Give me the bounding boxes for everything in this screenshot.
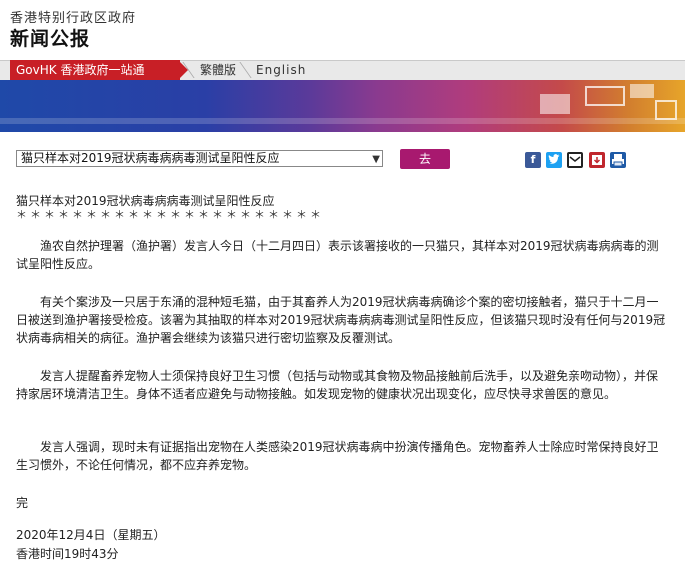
banner-decoration [540,94,570,114]
article-select-value: 猫只样本对2019冠状病毒病病毒测试呈阳性反应 [21,151,280,165]
banner-decoration [585,86,625,106]
article-paragraph-2: 有关个案涉及一只居于东涌的混种短毛猫，由于其畜养人为2019冠状病毒病确诊个案的… [16,295,666,345]
email-icon[interactable] [567,152,583,168]
download-icon[interactable] [589,152,605,168]
facebook-icon[interactable]: f [525,152,541,168]
article-paragraph-4: 发言人强调，现时未有证据指出宠物在人类感染2019冠状病毒病中扮演传播角色。宠物… [16,440,659,472]
chevron-down-icon: ▼ [372,154,380,165]
publish-date: 2020年12月4日（星期五） [16,528,166,542]
go-button[interactable]: 去 [400,149,450,169]
article-end-marker: 完 [16,496,29,510]
header-banner [0,80,685,132]
title-divider-stars: ＊＊＊＊＊＊＊＊＊＊＊＊＊＊＊＊＊＊＊＊＊＊ [16,208,324,221]
site-title: 新闻公报 [10,28,91,50]
article-select[interactable]: 猫只样本对2019冠状病毒病病毒测试呈阳性反应 ▼ [16,150,383,167]
article-paragraph-1: 渔农自然护理署（渔护署）发言人今日（十二月四日）表示该署接收的一只猫只，其样本对… [16,239,659,271]
publish-time: 香港时间19时43分 [16,547,119,561]
banner-decoration [630,84,654,98]
banner-decoration [655,100,677,120]
english-link[interactable]: English [256,60,306,80]
traditional-chinese-link[interactable]: 繁體版 [200,60,236,80]
twitter-icon[interactable] [546,152,562,168]
article-paragraph-3: 发言人提醒畜养宠物人士须保持良好卫生习惯（包括与动物或其食物及物品接触前后洗手，… [16,369,659,401]
govhk-link[interactable]: GovHK 香港政府一站通 [10,60,180,80]
print-icon[interactable] [610,152,626,168]
banner-stripe [0,118,685,124]
